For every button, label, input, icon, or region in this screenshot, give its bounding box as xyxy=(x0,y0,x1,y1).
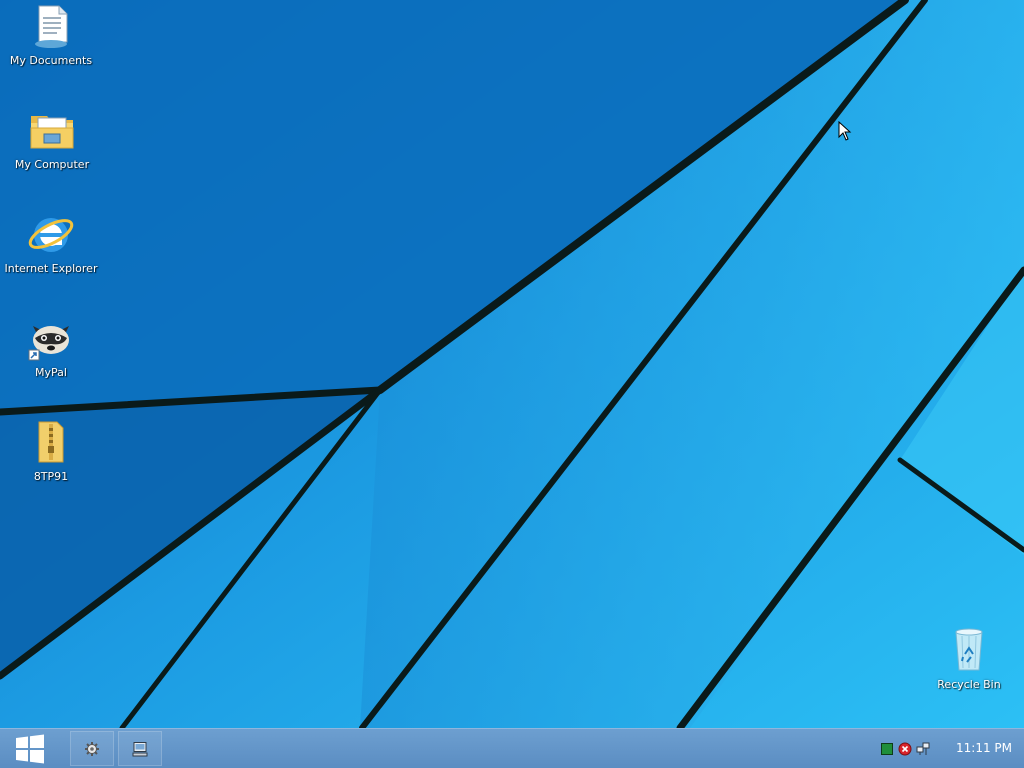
folder-computer-icon xyxy=(30,116,74,149)
desktop-icon-mypal[interactable]: MyPal xyxy=(1,314,101,379)
desktop-icon-label: MyPal xyxy=(35,366,67,379)
zip-folder-icon xyxy=(38,421,64,463)
desktop-icon-recycle-bin[interactable]: Recycle Bin xyxy=(919,626,1019,691)
desktop: My Documents My Computer Internet Explor… xyxy=(0,0,1024,728)
internet-explorer-icon xyxy=(28,218,74,252)
network-icon[interactable] xyxy=(916,742,930,756)
computer-window-icon xyxy=(132,741,148,756)
wallpaper xyxy=(0,0,1024,728)
desktop-icon-label: My Computer xyxy=(14,158,90,171)
desktop-icon-label: Recycle Bin xyxy=(937,678,1001,691)
taskbar-clock[interactable]: 11:11 PM xyxy=(944,729,1024,768)
settings-gear-icon xyxy=(85,741,99,756)
start-button[interactable] xyxy=(0,729,60,768)
desktop-icon-label: My Documents xyxy=(9,54,93,67)
desktop-icon-my-documents[interactable]: My Documents xyxy=(1,2,101,67)
windows-logo-icon xyxy=(16,734,44,763)
mypal-raccoon-icon xyxy=(28,326,69,361)
system-tray xyxy=(880,729,930,768)
network-error-icon[interactable] xyxy=(898,742,912,756)
document-icon xyxy=(35,5,68,48)
desktop-icon-internet-explorer[interactable]: Internet Explorer xyxy=(1,210,101,275)
recycle-bin-icon xyxy=(955,628,983,671)
green-status-icon[interactable] xyxy=(880,742,894,756)
taskbar: 11:11 PM xyxy=(0,728,1024,768)
desktop-icon-label: 8TP91 xyxy=(33,470,69,483)
mouse-cursor-icon xyxy=(838,121,852,141)
desktop-icon-8tp91[interactable]: 8TP91 xyxy=(1,418,101,483)
taskbar-button-computer[interactable] xyxy=(118,731,162,766)
taskbar-button-settings[interactable] xyxy=(70,731,114,766)
desktop-icon-my-computer[interactable]: My Computer xyxy=(2,106,102,171)
desktop-icon-label: Internet Explorer xyxy=(4,262,98,275)
